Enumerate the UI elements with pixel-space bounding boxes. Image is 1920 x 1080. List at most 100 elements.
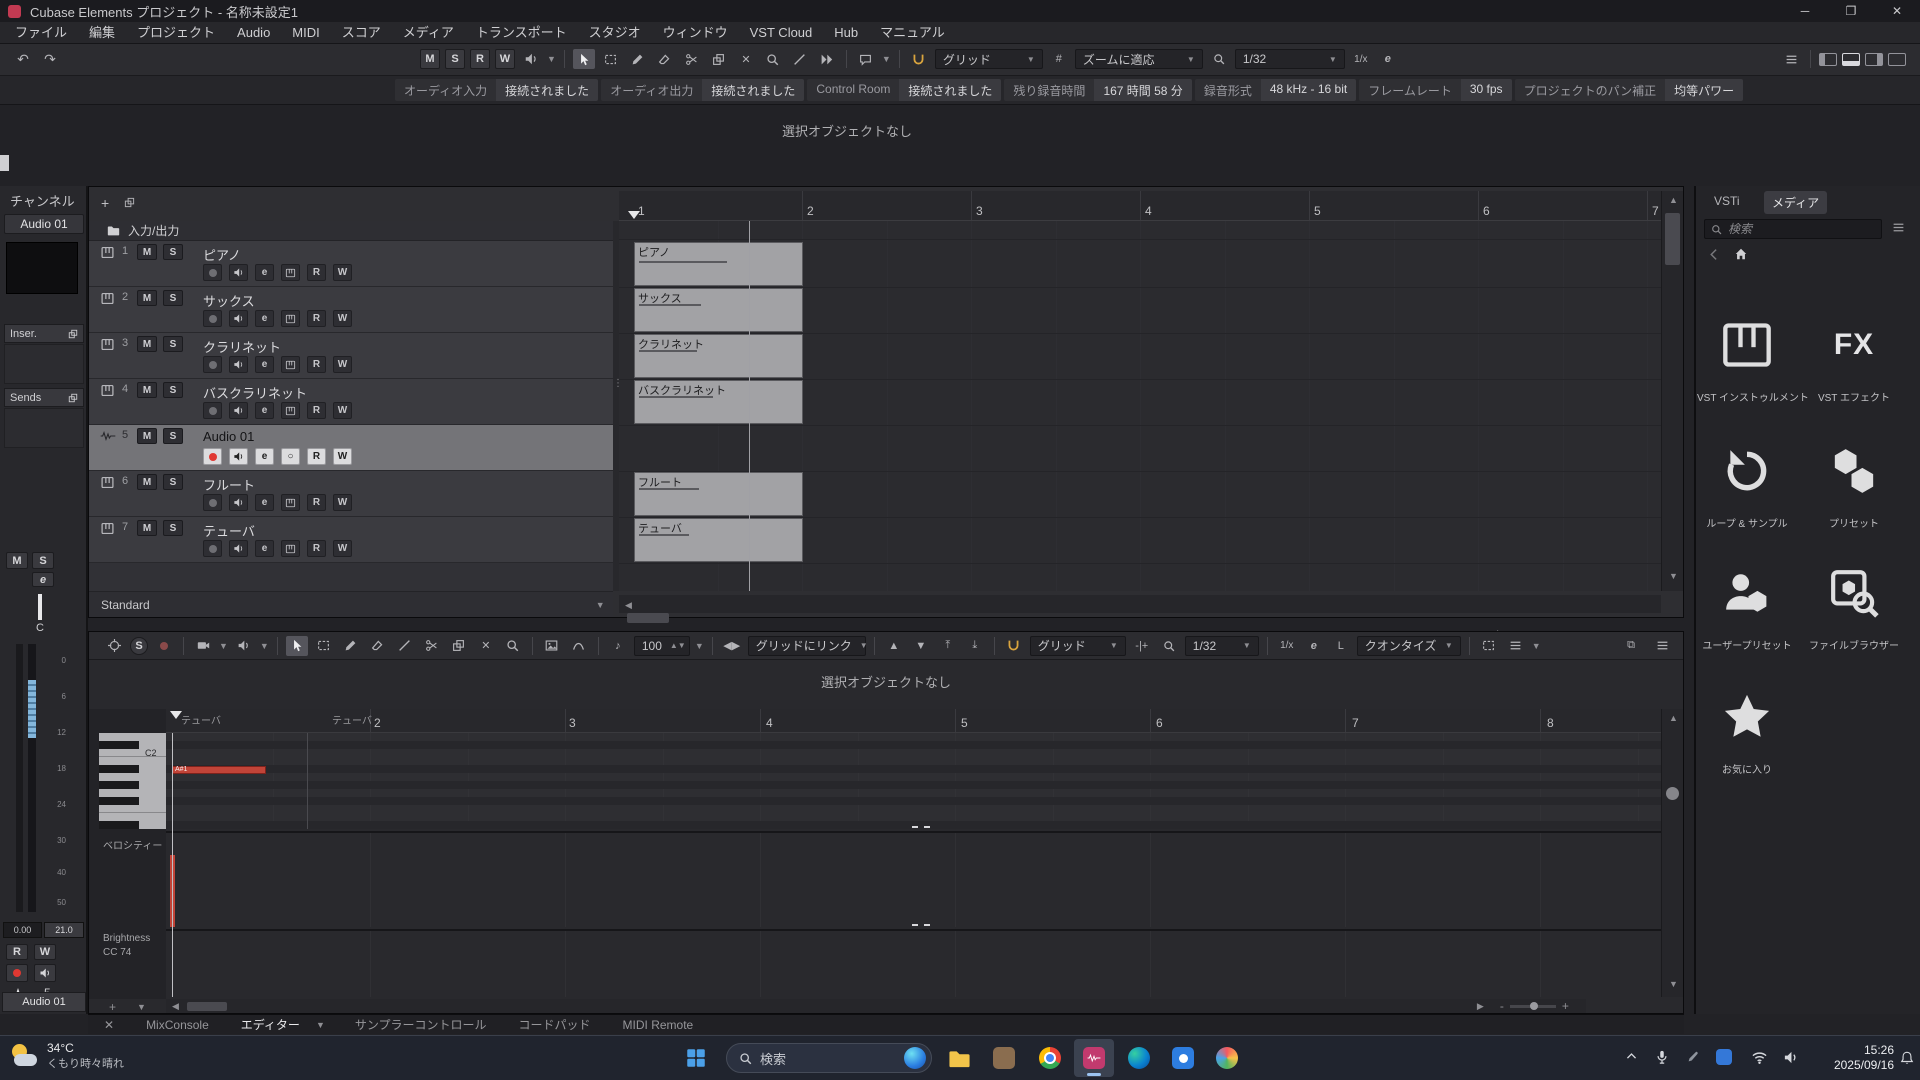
channel-name-button[interactable]: Audio 01 bbox=[4, 214, 84, 234]
solo-button[interactable]: S bbox=[163, 520, 183, 536]
menu-midi[interactable]: MIDI bbox=[281, 22, 330, 44]
track-row[interactable]: 7 M S テューバ e R W bbox=[89, 517, 613, 563]
move-bottom-icon[interactable]: ⤓ bbox=[964, 636, 986, 656]
quantize-panel-icon[interactable]: e bbox=[1377, 49, 1399, 69]
solo-button[interactable]: S bbox=[163, 428, 183, 444]
mute-button[interactable]: M bbox=[137, 336, 157, 352]
project-cursor-marker[interactable] bbox=[628, 211, 640, 219]
track-name[interactable]: クラリネット bbox=[203, 337, 281, 356]
record-in-editor-icon[interactable] bbox=[153, 636, 175, 656]
chevron-down-icon[interactable]: ▼ bbox=[695, 641, 704, 651]
monitor-button[interactable] bbox=[229, 448, 248, 465]
media-search-box[interactable] bbox=[1704, 219, 1882, 239]
minimize-icon[interactable]: ─ bbox=[1782, 0, 1828, 22]
right-zone-toggle[interactable] bbox=[1865, 53, 1883, 66]
track-row[interactable]: 4 M S バスクラリネット e R W bbox=[89, 379, 613, 425]
monitor-button[interactable] bbox=[229, 540, 248, 557]
global-write-button[interactable]: W bbox=[495, 49, 515, 69]
inserts-section-button[interactable]: Inser. bbox=[4, 324, 84, 343]
edit-channel-button[interactable]: e bbox=[255, 356, 274, 373]
quantize-panel-icon[interactable]: e bbox=[1303, 636, 1325, 656]
zoom-slider[interactable] bbox=[1510, 1005, 1556, 1008]
zoom-out-icon[interactable]: - bbox=[1500, 999, 1504, 1013]
note-display[interactable]: A#1 bbox=[166, 733, 1661, 829]
record-enable-button[interactable] bbox=[203, 310, 222, 327]
editor-ruler[interactable]: テューバ テューバ 2 3 4 5 6 7 8 bbox=[166, 709, 1661, 733]
editor-vertical-scrollbar[interactable]: ▲ ▼ bbox=[1661, 709, 1683, 997]
scrollbar-thumb[interactable] bbox=[627, 613, 669, 623]
microphone-tray-icon[interactable] bbox=[1655, 1050, 1669, 1064]
event-display[interactable]: ピアノ サックス クラリネット バスクラリネット フルート テューバ bbox=[619, 221, 1661, 591]
quantize-select[interactable]: 1/32▼ bbox=[1235, 49, 1345, 69]
menu-edit[interactable]: 編集 bbox=[78, 22, 126, 44]
nudge-icons[interactable]: ◀▶ bbox=[721, 636, 743, 656]
channel-mute-button[interactable]: M bbox=[6, 552, 28, 569]
object-selection-tool[interactable] bbox=[573, 49, 595, 69]
home-icon[interactable] bbox=[1734, 247, 1748, 261]
scrollbar-thumb[interactable] bbox=[1665, 213, 1680, 265]
midi-clip[interactable]: バスクラリネット bbox=[634, 380, 803, 424]
send-slot[interactable] bbox=[4, 408, 84, 448]
monitor-button[interactable] bbox=[229, 310, 248, 327]
write-automation-button[interactable]: W bbox=[333, 402, 352, 419]
zoom-in-icon[interactable]: + bbox=[1562, 999, 1569, 1013]
fader-level-value[interactable]: 21.0 bbox=[44, 922, 84, 938]
global-solo-button[interactable]: S bbox=[445, 49, 465, 69]
scroll-left-icon[interactable]: ◀ bbox=[625, 600, 632, 610]
editor-setup-icon[interactable] bbox=[1651, 636, 1673, 656]
play-tool[interactable] bbox=[816, 49, 838, 69]
auto-scroll-icon[interactable] bbox=[103, 636, 125, 656]
track-name[interactable]: バスクラリネット bbox=[203, 383, 307, 402]
insert-slot[interactable] bbox=[4, 344, 84, 384]
chevron-down-icon[interactable]: ▼ bbox=[1532, 641, 1541, 651]
part-list-icon[interactable] bbox=[1505, 636, 1527, 656]
draw-tool[interactable] bbox=[627, 49, 649, 69]
scroll-down-icon[interactable]: ▼ bbox=[1669, 979, 1678, 989]
monitor-icon[interactable] bbox=[520, 49, 542, 69]
track-name[interactable]: フルート bbox=[203, 475, 255, 494]
midi-note[interactable]: A#1 bbox=[172, 766, 266, 774]
solo-button[interactable]: S bbox=[163, 336, 183, 352]
scroll-left-icon[interactable]: ◀ bbox=[172, 1001, 179, 1012]
global-mute-button[interactable]: M bbox=[420, 49, 440, 69]
read-automation-button[interactable]: R bbox=[307, 264, 326, 281]
weather-widget[interactable]: 34°C くもり時々晴れ bbox=[10, 1041, 124, 1071]
tab-media[interactable]: メディア bbox=[1764, 191, 1827, 214]
instrument-button[interactable] bbox=[281, 540, 300, 557]
range-selection-tool[interactable] bbox=[313, 636, 335, 656]
media-list-icon[interactable] bbox=[1892, 221, 1905, 234]
vertical-scrollbar[interactable]: ▲ ▼ bbox=[1661, 191, 1683, 591]
curve-icon[interactable] bbox=[568, 636, 590, 656]
monitor-button[interactable] bbox=[229, 356, 248, 373]
instrument-button[interactable] bbox=[281, 356, 300, 373]
track-name[interactable]: テューバ bbox=[203, 521, 255, 540]
length-quantize-icon[interactable]: L bbox=[1330, 636, 1352, 656]
read-automation-button[interactable]: R bbox=[307, 356, 326, 373]
read-automation-button[interactable]: R bbox=[307, 540, 326, 557]
part-marker[interactable]: テューバ bbox=[332, 712, 372, 727]
volume-fader-track[interactable] bbox=[16, 644, 23, 912]
app-icon[interactable] bbox=[1163, 1039, 1203, 1077]
channel-solo-button[interactable]: S bbox=[32, 552, 54, 569]
back-icon[interactable] bbox=[1708, 248, 1721, 261]
menu-project[interactable]: プロジェクト bbox=[126, 22, 226, 44]
quantize-icon[interactable] bbox=[1158, 636, 1180, 656]
record-enable-button[interactable] bbox=[203, 356, 222, 373]
grid-type-icon[interactable]: # bbox=[1048, 49, 1070, 69]
track-row-selected[interactable]: 5 M S Audio 01 e ○ R W bbox=[89, 425, 613, 471]
quantize-icon[interactable] bbox=[1208, 49, 1230, 69]
tray-expand-icon[interactable] bbox=[1625, 1050, 1638, 1063]
write-automation-button[interactable]: W bbox=[333, 540, 352, 557]
media-tile-loops-samples[interactable]: ループ & サンプル bbox=[1697, 442, 1797, 530]
move-up-icon[interactable]: ▲ bbox=[883, 636, 905, 656]
monitor-button[interactable] bbox=[229, 402, 248, 419]
edit-channel-button[interactable]: e bbox=[255, 494, 274, 511]
edge-icon[interactable] bbox=[1119, 1039, 1159, 1077]
iterative-quantize-icon[interactable]: 1/x bbox=[1350, 49, 1372, 69]
horizontal-scrollbar[interactable]: ◀ ▶ - + bbox=[619, 595, 1661, 613]
chevron-down-icon[interactable]: ▼ bbox=[219, 641, 228, 651]
zoom-tool[interactable] bbox=[502, 636, 524, 656]
write-automation-button[interactable]: W bbox=[333, 310, 352, 327]
read-automation-button[interactable]: R bbox=[307, 494, 326, 511]
menu-studio[interactable]: スタジオ bbox=[578, 22, 652, 44]
